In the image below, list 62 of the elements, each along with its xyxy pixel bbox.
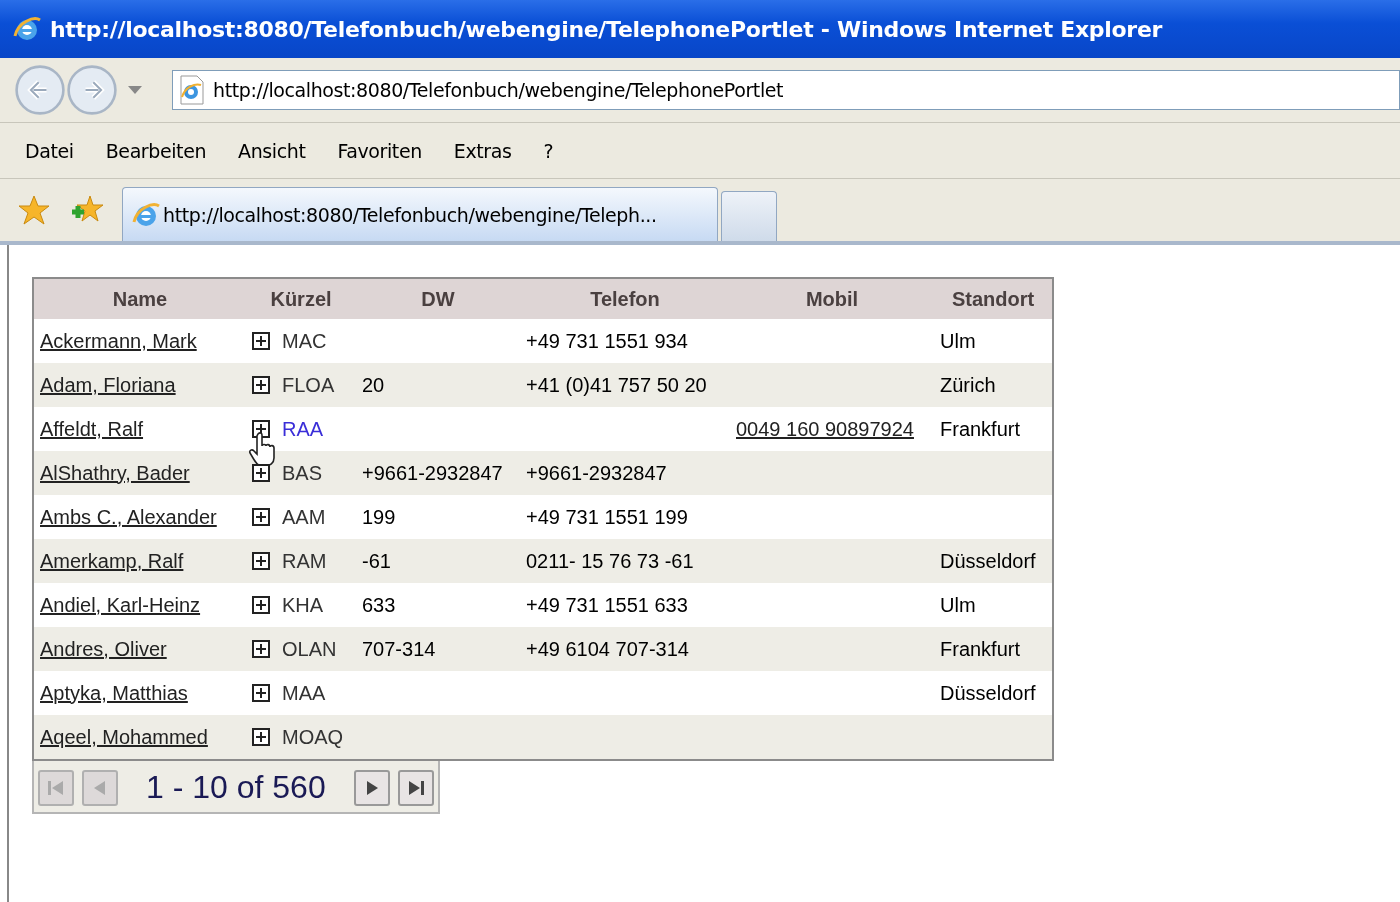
menu-item[interactable]: Datei bbox=[25, 139, 74, 162]
table-cell: 20 bbox=[362, 373, 385, 396]
abbreviation-link[interactable]: KHA bbox=[282, 593, 324, 617]
table-cell: Düsseldorf bbox=[940, 549, 1036, 572]
table-cell: Düsseldorf bbox=[940, 681, 1036, 704]
menu-item[interactable]: Extras bbox=[453, 139, 512, 162]
table-cell: Frankfurt bbox=[940, 637, 1021, 660]
abbreviation-link[interactable]: RAA bbox=[282, 417, 324, 441]
favorites-star-icon[interactable] bbox=[18, 194, 50, 226]
expand-icon[interactable] bbox=[252, 420, 270, 438]
column-header[interactable]: Mobil bbox=[730, 278, 934, 319]
menu-item[interactable]: ? bbox=[543, 139, 554, 162]
table-cell: +9661-2932847 bbox=[362, 461, 503, 484]
next-page-button[interactable] bbox=[353, 769, 390, 806]
expand-icon[interactable] bbox=[252, 376, 270, 394]
name-link[interactable]: Ambs C., Alexander bbox=[40, 505, 217, 528]
table-cell: +9661-2932847 bbox=[526, 461, 667, 484]
table-cell: 707-314 bbox=[362, 637, 436, 660]
dropdown-arrow-icon[interactable] bbox=[128, 86, 142, 94]
table-cell: +49 6104 707-314 bbox=[526, 637, 689, 660]
table-cell: 633 bbox=[362, 593, 396, 616]
column-header[interactable]: Name bbox=[33, 278, 246, 319]
table-cell: 199 bbox=[362, 505, 396, 528]
table-cell: Frankfurt bbox=[940, 417, 1021, 440]
table-cell: Ulm bbox=[940, 329, 976, 352]
table-cell: +49 731 1551 633 bbox=[526, 593, 688, 616]
menu-item[interactable]: Favoriten bbox=[337, 139, 422, 162]
expand-icon[interactable] bbox=[252, 332, 270, 350]
name-link[interactable]: Affeldt, Ralf bbox=[40, 417, 144, 440]
table-cell: Zürich bbox=[940, 373, 996, 396]
expand-icon[interactable] bbox=[252, 464, 270, 482]
address-field[interactable]: http://localhost:8080/Telefonbuch/webengine/TelephonePortlet bbox=[172, 70, 1400, 110]
menu-item[interactable]: Bearbeiten bbox=[105, 139, 207, 162]
expand-icon[interactable] bbox=[252, 640, 270, 658]
abbreviation-link[interactable]: MAC bbox=[282, 329, 327, 353]
page-icon bbox=[179, 75, 205, 105]
column-header[interactable]: Standort bbox=[934, 278, 1053, 319]
expand-icon[interactable] bbox=[252, 552, 270, 570]
table-cell: -61 bbox=[362, 549, 391, 572]
expand-icon[interactable] bbox=[252, 728, 270, 746]
phone-link[interactable]: 0049 160 90897924 bbox=[736, 417, 914, 440]
abbreviation-link[interactable]: MAA bbox=[282, 681, 326, 705]
table-cell: +41 (0)41 757 50 20 bbox=[526, 373, 707, 396]
abbreviation-link[interactable]: AAM bbox=[282, 505, 326, 529]
page-range: 1 - 10 of 560 bbox=[146, 769, 326, 806]
column-header[interactable]: Kürzel bbox=[246, 278, 356, 319]
name-link[interactable]: Andiel, Karl-Heinz bbox=[40, 593, 201, 616]
last-page-button[interactable] bbox=[397, 769, 434, 806]
name-link[interactable]: Aptyka, Matthias bbox=[40, 681, 188, 704]
window-title: http://localhost:8080/Telefonbuch/webengine/TelephonePortlet - Windows Internet Explorer bbox=[50, 16, 1163, 42]
name-link[interactable]: Ackermann, Mark bbox=[40, 329, 197, 352]
table-cell: +49 731 1551 199 bbox=[526, 505, 688, 528]
expand-icon[interactable] bbox=[252, 596, 270, 614]
column-header[interactable]: Telefon bbox=[520, 278, 730, 319]
table-cell: 0211- 15 76 73 -61 bbox=[526, 549, 694, 572]
table-cell: Ulm bbox=[940, 593, 976, 616]
expand-icon[interactable] bbox=[252, 684, 270, 702]
column-header[interactable]: DW bbox=[356, 278, 520, 319]
menu-item[interactable]: Ansicht bbox=[238, 139, 306, 162]
expand-icon[interactable] bbox=[252, 508, 270, 526]
browser-tab[interactable]: http://localhost:8080/Telefonbuch/webengine/Teleph... bbox=[122, 187, 718, 241]
table-cell: +49 731 1551 934 bbox=[526, 329, 688, 352]
